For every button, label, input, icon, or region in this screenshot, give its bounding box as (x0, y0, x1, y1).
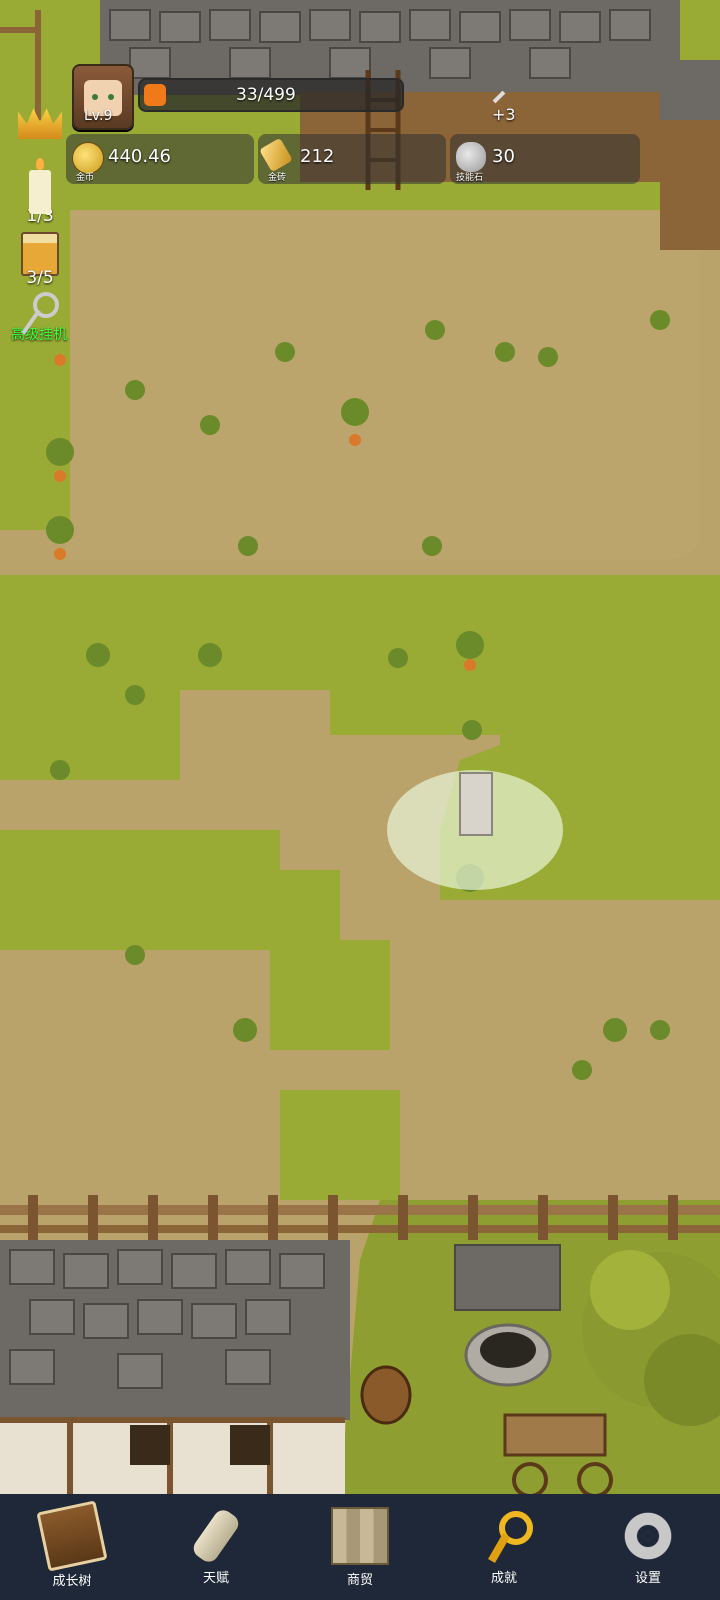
beer-mug-count: 3/5 (26, 268, 54, 288)
nav-label: 成就 (490, 1570, 517, 1586)
gold-bar-value: 212 (300, 146, 335, 167)
xp-bonus: +3 (492, 86, 516, 124)
bottom-nav: 成长树 天赋 商贸 成就 设置 (0, 1494, 720, 1600)
xp-bonus-value: +3 (492, 105, 516, 124)
game-world[interactable] (0, 0, 720, 1494)
nav-label: 天赋 (202, 1570, 229, 1586)
skill-stone-icon (456, 142, 486, 172)
book-icon (36, 1499, 108, 1572)
gold-bar-caption: 金砖 (268, 173, 287, 183)
wrench-key-icon (19, 292, 59, 332)
nav-label: 成长树 (52, 1573, 92, 1589)
crown-button[interactable] (10, 105, 70, 139)
coin-resource[interactable]: 440.46 金币 (66, 134, 254, 184)
nav-growth-tree[interactable]: 成长树 (22, 1499, 122, 1589)
skill-stone-resource[interactable]: 30 技能石 (450, 134, 640, 184)
player-level: Lv.9 (84, 108, 113, 124)
gold-bar-resource[interactable]: 212 金砖 (258, 134, 446, 184)
beer-mug-button[interactable]: 3/5 (10, 232, 70, 288)
wand-icon (492, 90, 506, 103)
game-map (0, 0, 720, 1494)
map-icon (331, 1506, 389, 1565)
hud: Lv.9 33/499 +3 440.46 金币 212 金砖 30 技能石 (0, 0, 720, 200)
nav-label: 设置 (634, 1570, 661, 1586)
scroll-icon (189, 1505, 243, 1566)
xp-bar: 33/499 +3 (138, 78, 516, 124)
nav-achievement[interactable]: 成就 (454, 1509, 554, 1586)
crown-icon (18, 108, 62, 139)
auto-idle-button[interactable]: 高级挂机 (4, 292, 74, 344)
skill-stone-value: 30 (492, 146, 515, 167)
xp-fill (144, 84, 166, 106)
gold-bar-icon (259, 137, 293, 173)
skill-stone-caption: 技能石 (456, 173, 484, 183)
nav-trade[interactable]: 商贸 (310, 1506, 410, 1588)
xp-text: 33/499 (236, 85, 296, 105)
nav-settings[interactable]: 设置 (598, 1508, 698, 1586)
gold-key-icon (477, 1509, 533, 1563)
coin-value: 440.46 (108, 146, 171, 167)
candle-button[interactable]: 1/3 (10, 158, 70, 226)
nav-label: 商贸 (346, 1572, 373, 1588)
gear-icon (621, 1508, 675, 1563)
coin-caption: 金币 (76, 173, 95, 183)
candle-icon (29, 158, 51, 214)
nav-talent[interactable]: 天赋 (166, 1505, 266, 1586)
